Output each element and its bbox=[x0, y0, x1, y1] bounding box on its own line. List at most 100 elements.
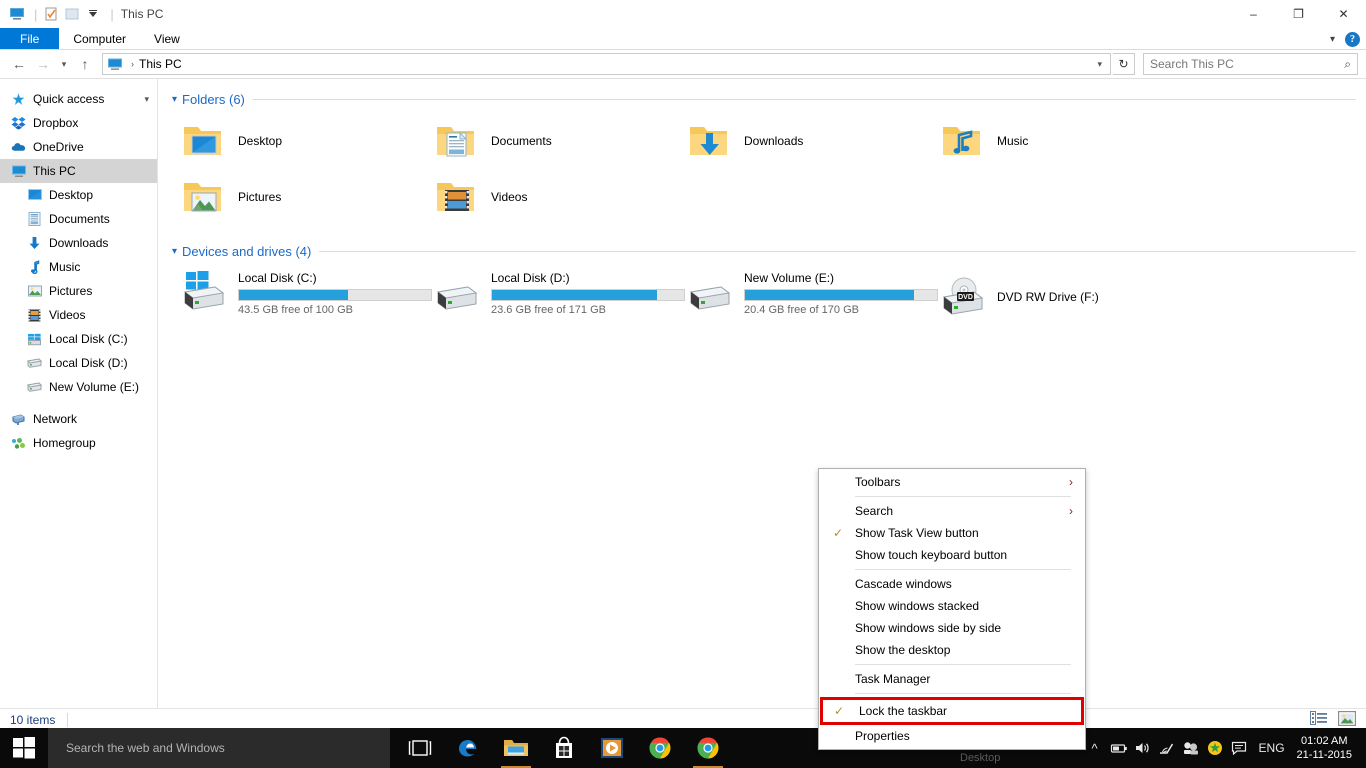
folders-grid: Desktop Documents Downloads Music Pictur… bbox=[158, 113, 1366, 225]
drive-tile-local-disk-d[interactable]: Local Disk (D:) 23.6 GB free of 171 GB bbox=[433, 265, 686, 327]
menu-item-label: Show touch keyboard button bbox=[855, 548, 1008, 562]
folder-tile-desktop[interactable]: Desktop bbox=[180, 113, 433, 169]
drive-tile-local-disk-c[interactable]: Local Disk (C:) 43.5 GB free of 100 GB bbox=[180, 265, 433, 327]
wifi-icon[interactable] bbox=[1155, 728, 1179, 768]
task-view-icon[interactable] bbox=[396, 728, 444, 768]
sidebar-item-local-disk-c[interactable]: Local Disk (C:) bbox=[0, 327, 157, 351]
sidebar-item-desktop[interactable]: Desktop bbox=[0, 183, 157, 207]
sidebar-item-downloads[interactable]: Downloads bbox=[0, 231, 157, 255]
drives-group-title: Devices and drives (4) bbox=[182, 243, 312, 259]
menu-item-toolbars[interactable]: Toolbars › bbox=[819, 471, 1085, 493]
menu-item-show-the-desktop[interactable]: Show the desktop bbox=[819, 639, 1085, 661]
tab-file[interactable]: File bbox=[0, 28, 60, 49]
restore-button[interactable]: ❐ bbox=[1276, 0, 1321, 28]
clock[interactable]: 01:02 AM 21-11-2015 bbox=[1293, 734, 1360, 762]
breadcrumb[interactable]: This PC bbox=[139, 57, 182, 71]
chevron-down-icon[interactable]: ▾ bbox=[172, 94, 177, 105]
menu-item-show-touch-keyboard-button[interactable]: Show touch keyboard button bbox=[819, 544, 1085, 566]
network-dual-icon[interactable] bbox=[1179, 728, 1203, 768]
address-field[interactable]: › This PC ▾ bbox=[102, 53, 1111, 75]
taskbar-search-input[interactable]: Search the web and Windows bbox=[48, 728, 390, 768]
address-dropdown-icon[interactable]: ▾ bbox=[1093, 59, 1106, 70]
back-button[interactable]: ← bbox=[8, 52, 30, 76]
sidebar-item-network[interactable]: Network bbox=[0, 407, 157, 431]
search-icon[interactable]: ⌕ bbox=[1344, 57, 1351, 72]
drive-tile-dvd-rw-f[interactable]: DVD DVD RW Drive (F:) bbox=[939, 265, 1192, 327]
volume-icon[interactable] bbox=[1131, 728, 1155, 768]
tab-view[interactable]: View bbox=[140, 28, 194, 49]
sidebar-item-label: OneDrive bbox=[33, 140, 84, 154]
chrome-canary-icon[interactable] bbox=[684, 728, 732, 768]
chevron-down-icon[interactable]: ▾ bbox=[172, 246, 177, 257]
menu-item-show-windows-stacked[interactable]: Show windows stacked bbox=[819, 595, 1085, 617]
folder-tile-documents[interactable]: Documents bbox=[433, 113, 686, 169]
properties-icon[interactable] bbox=[42, 5, 60, 23]
edge-icon[interactable] bbox=[444, 728, 492, 768]
folders-group-header[interactable]: ▾ Folders (6) bbox=[158, 89, 1366, 109]
check-icon: ✓ bbox=[834, 704, 845, 718]
battery-icon[interactable] bbox=[1107, 728, 1131, 768]
sidebar-item-local-disk-d[interactable]: Local Disk (D:) bbox=[0, 351, 157, 375]
breadcrumb-separator[interactable]: › bbox=[131, 59, 134, 69]
menu-item-search[interactable]: Search › bbox=[819, 500, 1085, 522]
refresh-button[interactable]: ↻ bbox=[1113, 53, 1135, 75]
new-folder-icon[interactable] bbox=[63, 5, 81, 23]
large-icons-view-icon[interactable] bbox=[1337, 710, 1357, 729]
sidebar-item-this-pc[interactable]: This PC bbox=[0, 159, 157, 183]
language-indicator[interactable]: ENG bbox=[1251, 741, 1293, 755]
menu-separator bbox=[855, 693, 1071, 694]
sidebar-item-label: Local Disk (D:) bbox=[49, 356, 128, 370]
help-icon[interactable]: ? bbox=[1345, 31, 1360, 47]
forward-button[interactable]: → bbox=[32, 52, 54, 76]
minimize-button[interactable]: – bbox=[1231, 0, 1276, 28]
sidebar-item-homegroup[interactable]: Homegroup bbox=[0, 431, 157, 455]
media-player-icon[interactable] bbox=[588, 728, 636, 768]
sidebar-item-new-volume-e[interactable]: New Volume (E:) bbox=[0, 375, 157, 399]
dvd-drive-icon: DVD bbox=[939, 274, 991, 318]
drive-usage-bar bbox=[744, 289, 938, 301]
folder-label: Downloads bbox=[744, 134, 804, 148]
notification-icon[interactable] bbox=[1227, 728, 1251, 768]
close-button[interactable]: ✕ bbox=[1321, 0, 1366, 28]
chevron-down-icon[interactable]: ▾ bbox=[1330, 34, 1335, 45]
menu-item-task-manager[interactable]: Task Manager bbox=[819, 668, 1085, 690]
folder-documents-icon bbox=[433, 117, 481, 165]
shield-icon[interactable] bbox=[1203, 728, 1227, 768]
sidebar-item-dropbox[interactable]: Dropbox bbox=[0, 111, 157, 135]
file-explorer-icon[interactable] bbox=[492, 728, 540, 768]
drive-icon bbox=[433, 269, 485, 313]
search-input[interactable]: Search This PC ⌕ bbox=[1143, 53, 1358, 75]
chevron-down-icon[interactable]: ▾ bbox=[144, 94, 149, 105]
folder-tile-pictures[interactable]: Pictures bbox=[180, 169, 433, 225]
start-button[interactable] bbox=[0, 728, 48, 768]
drive-icon bbox=[686, 269, 738, 313]
folder-tile-videos[interactable]: Videos bbox=[433, 169, 686, 225]
folder-tile-music[interactable]: Music bbox=[939, 113, 1192, 169]
sidebar-item-videos[interactable]: Videos bbox=[0, 303, 157, 327]
menu-item-properties[interactable]: Properties bbox=[819, 725, 1085, 747]
menu-item-show-windows-side-by-side[interactable]: Show windows side by side bbox=[819, 617, 1085, 639]
menu-item-label: Lock the taskbar bbox=[859, 704, 948, 718]
pc-icon bbox=[10, 163, 27, 179]
sidebar-item-pictures[interactable]: Pictures bbox=[0, 279, 157, 303]
menu-item-show-task-view-button[interactable]: ✓ Show Task View button bbox=[819, 522, 1085, 544]
details-view-icon[interactable] bbox=[1310, 711, 1328, 728]
drive-free-text: 23.6 GB free of 171 GB bbox=[491, 304, 606, 316]
folder-tile-downloads[interactable]: Downloads bbox=[686, 113, 939, 169]
up-button[interactable]: ↑ bbox=[74, 52, 96, 76]
drive-tile-new-volume-e[interactable]: New Volume (E:) 20.4 GB free of 170 GB bbox=[686, 265, 939, 327]
menu-item-lock-the-taskbar[interactable]: ✓ Lock the taskbar bbox=[820, 697, 1084, 725]
customize-dropdown-icon[interactable] bbox=[84, 5, 102, 23]
recent-locations-button[interactable]: ▾ bbox=[56, 52, 72, 76]
tray-overflow-icon[interactable]: ^ bbox=[1083, 728, 1107, 768]
tab-computer[interactable]: Computer bbox=[59, 28, 140, 49]
menu-item-cascade-windows[interactable]: Cascade windows bbox=[819, 573, 1085, 595]
drives-group-header[interactable]: ▾ Devices and drives (4) bbox=[158, 241, 1366, 261]
sidebar-item-music[interactable]: Music bbox=[0, 255, 157, 279]
taskbar-pinned-icons bbox=[396, 728, 732, 768]
sidebar-item-onedrive[interactable]: OneDrive bbox=[0, 135, 157, 159]
sidebar-item-quick-access[interactable]: Quick access ▾ bbox=[0, 87, 157, 111]
chrome-icon[interactable] bbox=[636, 728, 684, 768]
sidebar-item-documents[interactable]: Documents bbox=[0, 207, 157, 231]
store-icon[interactable] bbox=[540, 728, 588, 768]
